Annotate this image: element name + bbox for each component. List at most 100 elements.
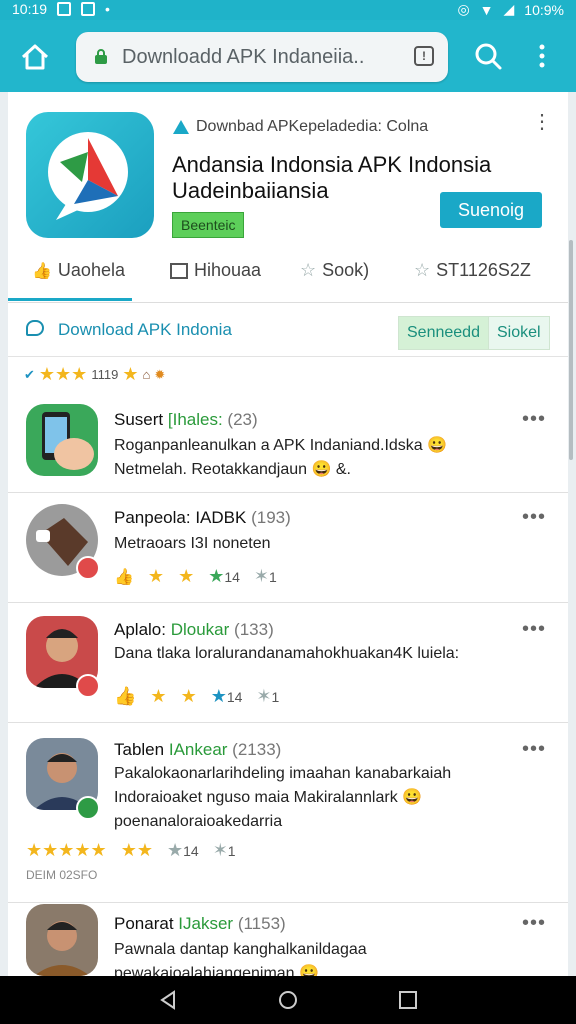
rating-summary: ✔ ★★★ 1119 ★ ⌂ ✹ [24, 364, 165, 385]
vote-count: 1 [269, 569, 277, 585]
chat-icon [26, 320, 44, 336]
star-icon: ★ [122, 364, 139, 384]
reviewer-name[interactable]: Panpeola: IADBK (193) [114, 508, 291, 528]
thumb-grey-icon[interactable]: ✶ [254, 566, 269, 586]
vote-count: 1 [271, 689, 280, 705]
system-nav-bar [0, 976, 576, 1024]
star-icon: ★ [150, 686, 167, 706]
review-more-icon[interactable]: ••• [522, 408, 546, 431]
battery-text: 10:9% [524, 1, 564, 18]
notification-icon-2 [81, 2, 96, 16]
review-item: Tablen IAnkear (2133) ••• Pakalokaonarla… [8, 722, 568, 903]
star-icon: ★ [147, 566, 165, 586]
home-nav-icon[interactable] [278, 990, 298, 1010]
app-icon [26, 112, 154, 238]
star-icon: ★ [178, 566, 195, 586]
star-rating-icon: ★★★★★ [26, 840, 107, 860]
review-text: Dana tlaka loralurandanamahokhuakan4K lu… [114, 645, 460, 662]
sort-option[interactable]: Siokel [487, 317, 549, 349]
avatar-badge-icon [76, 674, 100, 698]
star-icon: ★★★ [38, 364, 88, 384]
review-item: Ponarat IJakser (1153) ••• Pawnala danta… [8, 902, 568, 976]
avatar[interactable] [26, 904, 98, 976]
developer-row[interactable]: Downbad APKepeladedia: Colna [172, 118, 428, 136]
review-more-icon[interactable]: ••• [522, 912, 546, 935]
review-text: Metraoars I3I noneten [114, 535, 271, 552]
star-outline-icon: ☆ [300, 260, 317, 280]
review-votes: ★★★★★ ★★ ★14 ✶1 [26, 840, 236, 861]
rating-count: 1119 [91, 367, 119, 382]
tab-star[interactable]: ☆ Sook) [300, 260, 369, 281]
home-icon[interactable] [18, 40, 52, 74]
lock-icon [95, 49, 107, 64]
review-item: Susert [Ihales: (23) ••• Roganpanleanulk… [8, 392, 568, 493]
signal-icon: ◢ [503, 1, 515, 17]
search-icon[interactable] [472, 40, 504, 72]
overflow-menu-icon[interactable] [532, 40, 552, 72]
avatar-badge-icon [76, 796, 100, 820]
tab-label: Sook) [322, 260, 370, 280]
address-bar[interactable]: Downloadd APK Indaneiia.. ! [76, 32, 448, 82]
star-outline-icon: ☆ [414, 260, 431, 280]
tab-label: ST1126S2Z [436, 260, 531, 280]
review-text: Pawnala dantap kanghalkanildagaa pewakai… [114, 941, 367, 976]
reviewer-name[interactable]: Tablen IAnkear (2133) [114, 740, 281, 760]
star-green-icon: ★ [208, 566, 225, 586]
avatar-badge-icon [76, 556, 100, 580]
reviewer-name[interactable]: Aplalo: Dloukar (133) [114, 620, 274, 640]
wifi-icon: ▼ [479, 1, 494, 18]
developer-logo-icon [173, 120, 189, 134]
page-content: Downbad APKepeladedia: Colna ⋮ Andansia … [8, 92, 568, 976]
thumbs-up-icon: 👍 [32, 262, 52, 280]
clock: 10:19 [12, 1, 48, 17]
section-title[interactable]: Download APK Indonia [58, 320, 232, 340]
review-more-icon[interactable]: ••• [522, 738, 546, 761]
star-blue-icon: ★ [210, 686, 227, 706]
reader-mode-icon[interactable]: ! [414, 46, 434, 66]
recents-icon[interactable] [398, 990, 418, 1010]
review-date: DEIM 02SFO [26, 868, 98, 882]
reviewer-name[interactable]: Ponarat IJakser (1153) [114, 914, 286, 934]
vote-count: 14 [226, 689, 243, 705]
review-item: Panpeola: IADBK (193) ••• Metraoars I3I … [8, 492, 568, 603]
tab-label: Uaohela [57, 260, 125, 280]
review-item: Aplalo: Dloukar (133) ••• Dana tlaka lor… [8, 602, 568, 723]
review-more-icon[interactable]: ••• [522, 506, 546, 529]
developer-name[interactable]: Downbad APKepeladedia: Colna [196, 118, 428, 136]
dot-icon: • [105, 1, 110, 17]
status-bar: 10:19 • ◎ ▼ ◢ 10:9% [0, 0, 576, 20]
scrollbar[interactable] [569, 240, 573, 460]
tab-reviews[interactable]: 👍 Uaohela [32, 260, 125, 281]
avatar[interactable] [26, 404, 98, 476]
thumbs-up-icon[interactable]: 👍 [114, 567, 134, 587]
reviewer-name[interactable]: Susert [Ihales: (23) [114, 410, 258, 430]
tab-bar: 👍 Uaohela Hihouaa ☆ Sook) ☆ ST1126S2Z [8, 250, 568, 303]
star-icon: ★ [180, 686, 197, 706]
thumb-grey-icon[interactable]: ✶ [213, 840, 228, 860]
more-options-icon[interactable]: ⋮ [532, 112, 552, 132]
sort-option-selected[interactable]: Senneedd [399, 317, 488, 349]
house-icon: ⌂ [142, 367, 151, 382]
browser-toolbar: Downloadd APK Indaneiia.. ! [0, 20, 576, 92]
active-tab-indicator [8, 298, 132, 301]
tab-label: Hihouaa [194, 260, 262, 280]
vote-count: 14 [224, 569, 240, 585]
tab-comments[interactable]: Hihouaa [170, 260, 261, 281]
thumbs-up-icon[interactable]: 👍 [114, 686, 136, 707]
category-badge[interactable]: Beenteic [172, 212, 245, 238]
back-icon[interactable] [158, 990, 178, 1010]
thumb-grey-icon[interactable]: ✶ [256, 686, 271, 706]
sort-toggle: Senneedd Siokel [398, 316, 550, 350]
review-more-icon[interactable]: ••• [522, 618, 546, 641]
vote-count: 1 [227, 843, 236, 859]
review-votes: 👍 ★ ★ ★14 ✶1 [114, 686, 279, 707]
review-votes: 👍 ★ ★ ★14 ✶1 [114, 566, 277, 587]
url-text[interactable]: Downloadd APK Indaneiia.. [122, 46, 402, 69]
install-button[interactable]: Suenoig [440, 192, 542, 228]
review-text: Roganpanleanulkan a APK Indaniand.Idska … [114, 437, 448, 478]
review-text: Pakalokaonarlarihdeling imaahan kanabark… [114, 765, 452, 830]
star-icon: ★★ [120, 840, 153, 860]
tab-ratings[interactable]: ☆ ST1126S2Z [414, 260, 531, 281]
section-header: Download APK Indonia Senneedd Siokel [8, 304, 568, 357]
vote-count: 14 [183, 843, 199, 859]
